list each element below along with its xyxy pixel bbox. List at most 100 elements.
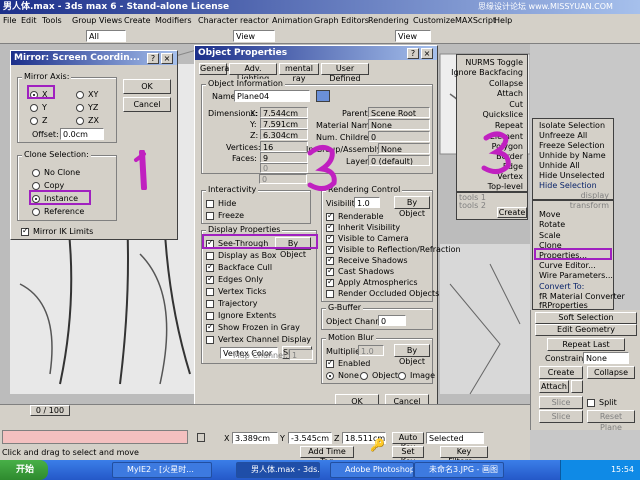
ignore-extents-option[interactable]: Ignore Extents (206, 311, 276, 321)
vertex-ticks-option[interactable]: Vertex Ticks (206, 287, 266, 297)
mirror-ik-limits[interactable]: Mirror IK Limits (21, 226, 93, 237)
mirror-close-button[interactable]: × (161, 53, 173, 64)
quad-convert-to[interactable]: Convert To: (539, 282, 584, 292)
clone-reference[interactable]: Reference (32, 207, 84, 217)
cast-shadows-option[interactable]: Cast Shadows (326, 266, 394, 277)
multiplier-input[interactable]: 1.0 (358, 345, 384, 356)
clone-none[interactable]: No Clone (32, 168, 80, 178)
axis-xy[interactable]: XY (76, 90, 98, 100)
menu-animation[interactable]: Animation (272, 16, 313, 25)
mb-object-option[interactable]: Object (360, 371, 398, 381)
show-frozen-checkbox[interactable] (206, 322, 214, 332)
color-swatch[interactable] (316, 90, 330, 102)
trajectory-option[interactable]: Trajectory (206, 299, 258, 309)
menu-graph-editors[interactable]: Graph Editors (314, 16, 369, 25)
edit-geometry-rollout[interactable]: Edit Geometry (535, 324, 637, 336)
quad-cut[interactable]: Cut (509, 100, 523, 110)
axis-zx[interactable]: ZX (76, 116, 99, 126)
visibility-input[interactable]: 1.0 (354, 197, 380, 208)
apply-atmospherics-option[interactable]: Apply Atmospherics (326, 277, 418, 288)
mb-none-radio[interactable] (326, 371, 334, 380)
taskbar-myie2[interactable]: MyIE2 - [火星时... (112, 462, 212, 478)
menu-customize[interactable]: Customize (413, 16, 455, 25)
taskbar-3dsmax[interactable]: 男人体.max - 3ds... (236, 462, 320, 478)
constraints-dropdown[interactable]: None (583, 352, 629, 364)
clone-none-radio[interactable] (32, 168, 40, 177)
mirror-ik-checkbox[interactable] (21, 226, 29, 236)
inherit-visibility-checkbox[interactable] (326, 222, 334, 232)
repeat-last-button[interactable]: Repeat Last (547, 338, 625, 351)
slice-button[interactable]: Slice (539, 410, 583, 423)
quad-curve-editor[interactable]: Curve Editor... (539, 261, 596, 271)
create-button[interactable]: Create (539, 366, 583, 379)
display-as-box-option[interactable]: Display as Box (206, 251, 277, 261)
axis-z[interactable]: Z (30, 116, 47, 126)
reset-plane-button[interactable]: Reset Plane (587, 410, 635, 432)
coord-y-input[interactable]: -3.545cm (288, 432, 332, 444)
quad-unfreeze-all[interactable]: Unfreeze All (539, 131, 587, 141)
renderable-checkbox[interactable] (326, 211, 334, 221)
menu-group[interactable]: Group (72, 16, 96, 25)
reference-coord-dropdown[interactable]: View (233, 30, 275, 42)
coord-x-input[interactable]: 3.389cm (232, 432, 278, 444)
tab-general[interactable]: General (199, 63, 232, 75)
render-occluded-option[interactable]: Render Occluded Objects (326, 289, 439, 299)
props-close-button[interactable]: × (421, 48, 433, 59)
menu-tools[interactable]: Tools (42, 16, 62, 25)
slice-plane-button[interactable]: Slice Plane (539, 396, 583, 418)
quad-create-button[interactable]: Create (497, 207, 527, 218)
quad-unhide-all[interactable]: Unhide All (539, 161, 580, 171)
quad-isolate-selection[interactable]: Isolate Selection (539, 121, 605, 131)
quad-hide-unselected[interactable]: Hide Unselected (539, 171, 604, 181)
name-input[interactable]: Plane04 (234, 90, 310, 102)
enabled-option[interactable]: Enabled (326, 358, 370, 369)
reference-coord-dropdown-2[interactable]: View (395, 30, 431, 42)
inherit-visibility-option[interactable]: Inherit Visibility (326, 222, 400, 233)
menu-modifiers[interactable]: Modifiers (155, 16, 192, 25)
mb-object-radio[interactable] (360, 371, 368, 380)
quad-move[interactable]: Move (539, 210, 560, 220)
vertex-ticks-checkbox[interactable] (206, 287, 214, 296)
renderable-option[interactable]: Renderable (326, 211, 384, 222)
tab-user-defined[interactable]: User Defined (321, 63, 369, 83)
mb-image-radio[interactable] (398, 371, 406, 380)
receive-shadows-option[interactable]: Receive Shadows (326, 255, 408, 266)
quad-freeze-selection[interactable]: Freeze Selection (539, 141, 605, 151)
cast-shadows-checkbox[interactable] (326, 266, 334, 276)
axis-z-radio[interactable] (30, 116, 38, 125)
auto-key-button[interactable]: Auto Key (392, 432, 424, 452)
render-by-object-button[interactable]: By Object (394, 196, 430, 218)
axis-y[interactable]: Y (30, 103, 47, 113)
mirror-cancel-button[interactable]: Cancel (123, 97, 171, 112)
quad-attach[interactable]: Attach (497, 89, 523, 99)
enabled-checkbox[interactable] (326, 358, 334, 368)
time-slider[interactable]: 0 / 100 (0, 404, 530, 416)
quad-ignore-backfacing[interactable]: Ignore Backfacing (451, 68, 523, 78)
props-help-button[interactable]: ? (407, 48, 419, 59)
render-occluded-checkbox[interactable] (326, 289, 334, 298)
apply-atmospherics-checkbox[interactable] (326, 277, 334, 287)
motion-by-object-button[interactable]: By Object (394, 344, 430, 366)
quad-collapse[interactable]: Collapse (489, 79, 523, 89)
clone-copy-radio[interactable] (32, 181, 40, 190)
quad-scale[interactable]: Scale (539, 231, 561, 241)
key-icon[interactable]: 🔑 (370, 438, 385, 452)
backface-cull-checkbox[interactable] (206, 262, 214, 272)
selected-dropdown[interactable]: Selected (426, 432, 484, 444)
maxscript-listener[interactable] (2, 430, 188, 444)
attach-list-button[interactable] (571, 380, 583, 393)
display-as-box-checkbox[interactable] (206, 251, 214, 260)
set-key-button[interactable]: Set Key (392, 446, 424, 466)
edges-only-checkbox[interactable] (206, 274, 214, 284)
axis-yz[interactable]: YZ (76, 103, 98, 113)
menu-file[interactable]: File (3, 16, 16, 25)
axis-y-radio[interactable] (30, 103, 38, 112)
split-option[interactable]: Split (587, 398, 617, 408)
taskbar-paint[interactable]: 未命名3.JPG - 画图 (414, 462, 504, 478)
time-slider-thumb[interactable]: 0 / 100 (30, 405, 70, 416)
menu-maxscript[interactable]: MAXScript (455, 16, 496, 25)
attach-button[interactable]: Attach (539, 380, 569, 393)
tab-adv-lighting[interactable]: Adv. Lighting (229, 63, 277, 83)
hide-option[interactable]: Hide (206, 199, 236, 209)
menu-character[interactable]: Character (198, 16, 238, 25)
